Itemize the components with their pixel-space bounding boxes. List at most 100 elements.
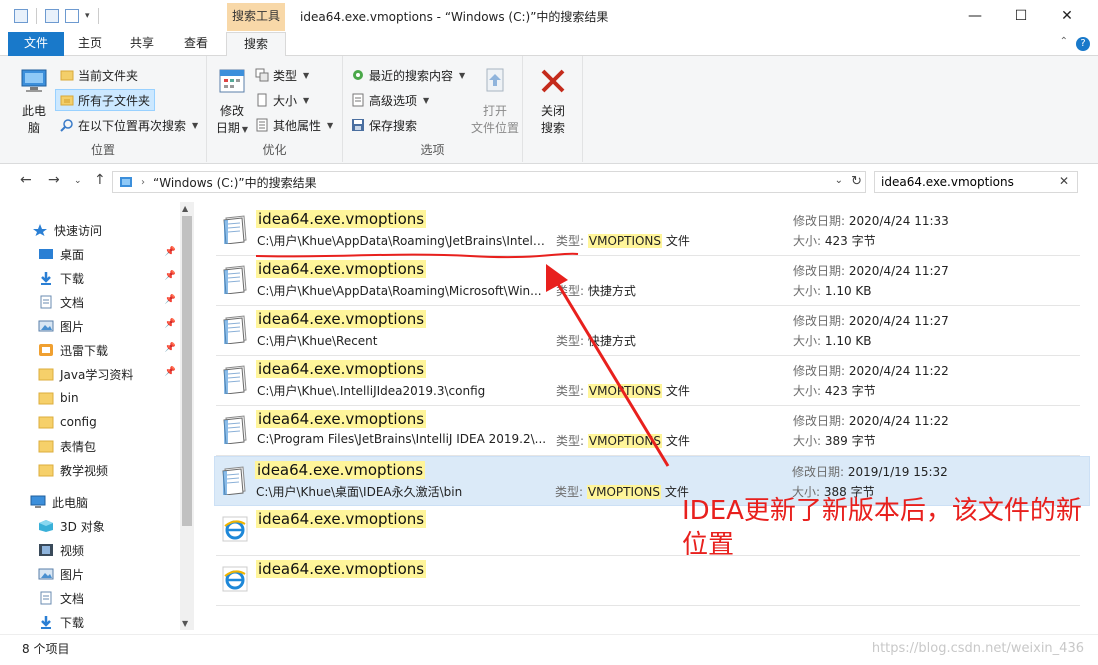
- forward-arrow-icon[interactable]: →: [48, 172, 60, 188]
- folder-icon: [38, 463, 60, 477]
- ribbon: 此电 脑 当前文件夹 所有子文件夹 在以下位置再次搜索 ▼ 位置 修改 日期 ▼…: [0, 56, 1098, 164]
- save-search-button[interactable]: 保存搜索: [351, 114, 417, 136]
- computer-icon: [30, 495, 52, 509]
- scrollbar-thumb[interactable]: [182, 216, 192, 526]
- back-arrow-icon[interactable]: ←: [20, 172, 32, 188]
- maximize-button[interactable]: ☐: [998, 0, 1044, 32]
- recent-locations-chevron-icon[interactable]: ⌄: [74, 176, 82, 186]
- nav-item[interactable]: 迅雷下载 📌: [0, 338, 180, 362]
- nav-item[interactable]: 教学视频: [0, 458, 180, 482]
- file-date-label: 修改日期:: [793, 264, 846, 278]
- nav-item[interactable]: 文档 📌: [0, 290, 180, 314]
- file-name[interactable]: idea64.exe.vmoptions: [256, 510, 427, 528]
- tab-file[interactable]: 文件: [8, 32, 64, 56]
- up-arrow-icon[interactable]: ↑: [94, 172, 106, 188]
- help-icon[interactable]: ?: [1076, 37, 1090, 51]
- chevron-down-icon[interactable]: ⌄: [835, 175, 843, 186]
- group-label-refine: 优化: [262, 143, 287, 157]
- advanced-options-button[interactable]: 高级选项 ▼: [351, 89, 429, 111]
- file-type-value: 文件: [662, 384, 690, 398]
- save-icon: [352, 119, 364, 131]
- title-bar: ▾ 搜索工具 idea64.exe.vmoptions - “Windows (…: [0, 0, 1098, 32]
- list-item[interactable]: idea64.exe.vmoptions C:\用户\Khue\AppData\R…: [216, 256, 1080, 306]
- current-folder-button[interactable]: 当前文件夹: [60, 64, 138, 86]
- nav-item[interactable]: 视频: [0, 538, 180, 562]
- list-item[interactable]: idea64.exe.vmoptions C:\用户\Khue\AppData\R…: [216, 206, 1080, 256]
- list-item[interactable]: idea64.exe.vmoptions C:\Program Files\Jet…: [216, 406, 1080, 456]
- list-item[interactable]: idea64.exe.vmoptions C:\用户\Khue\.IntelliJ…: [216, 356, 1080, 406]
- ribbon-tabs: 文件 主页 共享 查看 搜索 ⌃ ?: [0, 32, 1098, 57]
- search-input[interactable]: [881, 175, 1051, 189]
- file-name[interactable]: idea64.exe.vmoptions: [255, 461, 426, 479]
- context-tab-search-tools: 搜索工具: [227, 3, 285, 31]
- video-icon: [38, 543, 60, 557]
- properties-icon[interactable]: [45, 9, 59, 23]
- close-search-button[interactable]: 关闭 搜索: [531, 66, 575, 137]
- type-button[interactable]: 类型 ▼: [255, 64, 309, 86]
- list-item[interactable]: idea64.exe.vmoptions: [216, 556, 1080, 606]
- file-date: 修改日期: 2020/4/24 11:33: [793, 212, 949, 229]
- item-count: 8 个项目: [22, 642, 70, 656]
- file-date-value: 2020/4/24 11:33: [848, 214, 949, 228]
- nav-item[interactable]: 桌面 📌: [0, 242, 180, 266]
- recent-searches-button[interactable]: 最近的搜索内容 ▼: [351, 64, 465, 86]
- tab-view[interactable]: 查看: [176, 32, 216, 56]
- file-name[interactable]: idea64.exe.vmoptions: [256, 260, 427, 278]
- breadcrumb[interactable]: “Windows (C:)”中的搜索结果: [153, 174, 317, 191]
- nav-item[interactable]: 此电脑: [0, 490, 180, 514]
- this-pc-button[interactable]: 此电 脑: [14, 66, 54, 137]
- nav-item[interactable]: 下载: [0, 610, 180, 634]
- nav-item[interactable]: config: [0, 410, 180, 434]
- file-type-value: 文件: [662, 434, 690, 448]
- file-name[interactable]: idea64.exe.vmoptions: [256, 410, 427, 428]
- search-again-button[interactable]: 在以下位置再次搜索 ▼: [60, 114, 198, 136]
- nav-item-label: 表情包: [60, 439, 97, 454]
- nav-item[interactable]: 3D 对象: [0, 514, 180, 538]
- nav-scrollbar[interactable]: ▲ ▼: [180, 202, 194, 630]
- group-close: 关闭 搜索: [523, 56, 583, 162]
- nav-item[interactable]: 表情包: [0, 434, 180, 458]
- list-item[interactable]: idea64.exe.vmoptions C:\用户\Khue\Recent 类型:…: [216, 306, 1080, 356]
- pin-icon: 📌: [164, 343, 176, 353]
- nav-item[interactable]: Java学习资料 📌: [0, 362, 180, 386]
- nav-item[interactable]: 图片 📌: [0, 314, 180, 338]
- nav-item[interactable]: 下载 📌: [0, 266, 180, 290]
- date-modified-button[interactable]: 修改 日期 ▼: [215, 66, 249, 138]
- file-type-value: 快捷方式: [587, 334, 636, 348]
- nav-item[interactable]: 文档: [0, 586, 180, 610]
- file-name[interactable]: idea64.exe.vmoptions: [256, 560, 427, 578]
- close-button[interactable]: ✕: [1044, 0, 1090, 32]
- file-name[interactable]: idea64.exe.vmoptions: [256, 360, 427, 378]
- size-button[interactable]: 大小 ▼: [255, 89, 309, 111]
- address-bar[interactable]: › “Windows (C:)”中的搜索结果 ⌄ ↻: [112, 171, 866, 193]
- all-subfolders-button[interactable]: 所有子文件夹: [55, 89, 156, 111]
- file-size: 大小: 1.10 KB: [793, 332, 872, 349]
- tab-share[interactable]: 共享: [122, 32, 162, 56]
- file-name[interactable]: idea64.exe.vmoptions: [256, 310, 427, 328]
- scroll-down-icon[interactable]: ▼: [182, 619, 188, 628]
- collapse-ribbon-icon[interactable]: ⌃: [1060, 36, 1068, 47]
- tab-search[interactable]: 搜索: [226, 32, 286, 57]
- nav-item[interactable]: 图片: [0, 562, 180, 586]
- nav-item[interactable]: bin: [0, 386, 180, 410]
- file-type: 类型: VMOPTIONS 文件: [556, 432, 690, 449]
- annotation-text: IDEA更新了新版本后，该文件的新位置: [682, 496, 1082, 560]
- file-date: 修改日期: 2020/4/24 11:27: [793, 262, 949, 279]
- open-file-location-button[interactable]: 打开 文件位置: [467, 66, 523, 137]
- file-type: 类型: 快捷方式: [556, 332, 636, 349]
- search-box[interactable]: ✕: [874, 171, 1078, 193]
- clear-search-icon[interactable]: ✕: [1059, 174, 1069, 188]
- nav-item[interactable]: 快速访问: [0, 218, 180, 242]
- other-properties-button[interactable]: 其他属性 ▼: [255, 114, 333, 136]
- minimize-button[interactable]: —: [952, 0, 998, 32]
- search-again-label: 在以下位置再次搜索: [78, 118, 187, 133]
- tab-home[interactable]: 主页: [70, 32, 110, 56]
- refresh-icon[interactable]: ↻: [851, 174, 862, 189]
- scroll-up-icon[interactable]: ▲: [182, 204, 188, 213]
- file-name[interactable]: idea64.exe.vmoptions: [256, 210, 427, 228]
- document-icon: [38, 295, 60, 309]
- chevron-down-icon[interactable]: ▾: [85, 11, 90, 21]
- file-size-value: 423 字节: [824, 384, 876, 398]
- file-size-label: 大小:: [793, 334, 822, 348]
- new-folder-icon[interactable]: [65, 9, 79, 23]
